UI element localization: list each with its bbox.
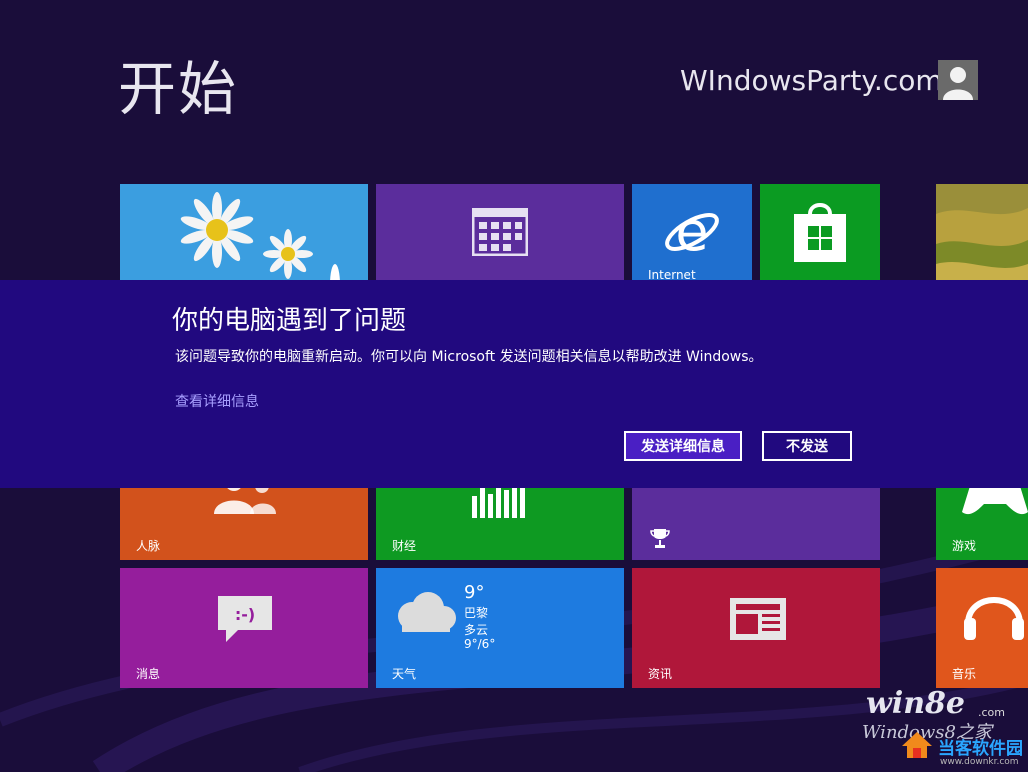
- weather-city: 巴黎: [464, 606, 489, 620]
- weather-condition: 多云: [464, 623, 489, 637]
- calendar-icon: [472, 208, 528, 256]
- dialog-title: 你的电脑遇到了问题: [172, 306, 407, 336]
- store-bag-icon: [794, 203, 846, 262]
- tile-news[interactable]: 资讯: [632, 568, 880, 688]
- tile-music[interactable]: 音乐: [936, 568, 1028, 688]
- trophy-icon: [650, 529, 670, 548]
- weather-temperature: 9°: [464, 582, 485, 603]
- view-details-link[interactable]: 查看详细信息: [175, 391, 259, 411]
- tile-label-messaging: 消息: [136, 667, 161, 681]
- watermark-site: 当客软件园: [938, 739, 1023, 759]
- watermark-url: www.downkr.com: [940, 757, 1019, 767]
- weather-range: 9°/6°: [464, 637, 496, 651]
- user-silhouette-icon[interactable]: [938, 60, 978, 100]
- watermark-brand: win8e: [866, 686, 965, 721]
- svg-text:e: e: [675, 202, 708, 262]
- user-name[interactable]: WIndowsParty.com: [680, 64, 943, 97]
- tile-label-music: 音乐: [952, 667, 977, 681]
- tile-label-people: 人脉: [136, 539, 161, 553]
- svg-text::-): :-): [235, 605, 255, 624]
- start-title: 开始: [118, 55, 239, 123]
- chat-bubble-icon: :-): [218, 596, 272, 642]
- newspaper-icon: [730, 598, 786, 640]
- send-details-button[interactable]: 发送详细信息: [624, 431, 742, 461]
- dialog-message: 该问题导致你的电脑重新启动。你可以向 Microsoft 发送问题相关信息以帮助…: [175, 349, 763, 365]
- tile-label-weather: 天气: [392, 667, 417, 681]
- house-logo-icon: [902, 732, 932, 758]
- error-dialog: 你的电脑遇到了问题 该问题导致你的电脑重新启动。你可以向 Microsoft 发…: [0, 280, 1028, 488]
- cloud-icon: [398, 592, 456, 632]
- tile-weather[interactable]: 天气: [376, 568, 624, 688]
- headphones-icon: [964, 597, 1024, 640]
- tile-label-xbox: 游戏: [952, 539, 977, 553]
- internet-explorer-icon: e: [665, 202, 719, 262]
- tile-label-news: 资讯: [648, 667, 673, 681]
- dont-send-button[interactable]: 不发送: [762, 431, 852, 461]
- tile-label-finance: 财经: [392, 539, 417, 553]
- tile-messaging[interactable]: :-) 消息: [120, 568, 368, 688]
